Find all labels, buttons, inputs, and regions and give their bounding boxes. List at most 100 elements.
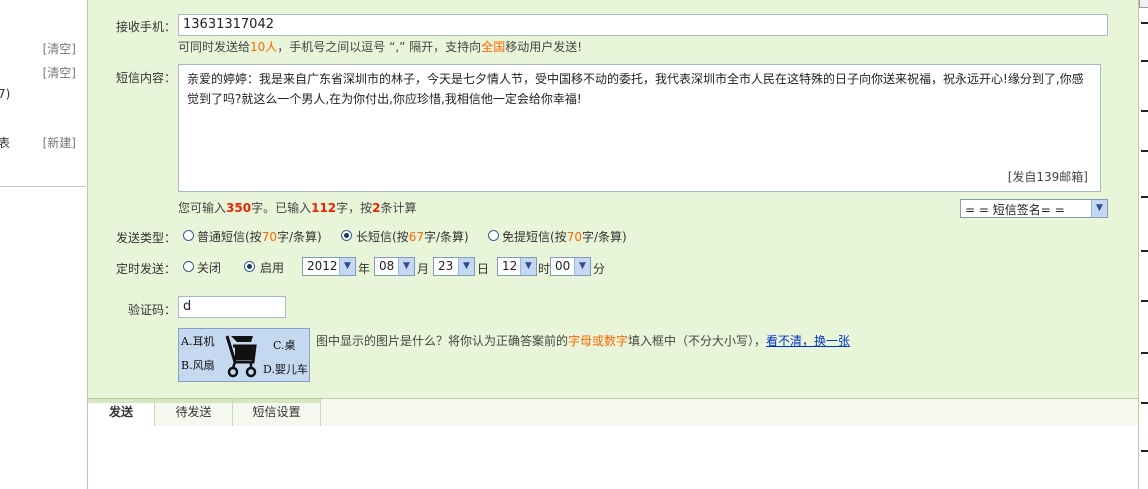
edge-mark [1141,22,1148,24]
tab-pending[interactable]: 待发送 [155,399,233,426]
hint-count: 10人 [250,40,278,54]
send-type-label: 发送类型： [115,231,176,245]
type-free-num: 70 [566,230,582,244]
type-long-pre: 长短信(按 [356,230,409,244]
left-divider [0,186,86,187]
tab-pending-strip [155,399,232,403]
radio-timer-on[interactable] [244,261,255,272]
radio-long-sms[interactable] [341,230,352,241]
edge-mark [1141,450,1148,452]
month-unit: 月 [417,262,430,276]
folder-label: 表 [0,136,11,150]
type-free-pre: 免提短信(按 [502,230,567,244]
radio-normal-sms-label: 普通短信(按70字/条算) [197,228,322,245]
count-messages: 2 [372,201,381,215]
minute-unit: 分 [593,262,606,276]
left-row-3: 7) [0,87,88,103]
tab-send-strip [88,399,154,403]
stroller-icon [225,335,257,378]
edge-mark [1141,60,1148,62]
minute-select[interactable]: 00 ▼ [550,257,591,276]
hour-unit: 时 [538,262,551,276]
type-normal-pre: 普通短信(按 [197,230,262,244]
minute-value: 00 [555,259,571,273]
signature-text: [发自139邮箱] [1007,170,1088,184]
chevron-down-icon: ▼ [520,258,536,275]
radio-long-sms-label: 长短信(按67字/条算) [356,228,469,245]
tab-pending-label: 待发送 [175,405,212,419]
sms-compose-form: 接收手机： 13631317042 可同时发送给10人，手机号之间以逗号 “,”… [88,0,1138,398]
count-entered: 112 [311,201,337,215]
edge-mark [1141,352,1148,354]
tab-send-label: 发送 [108,405,133,419]
left-panel: [清空] [清空] 7) 表 [新建] [0,0,88,489]
left-row-1: [清空] [0,40,88,56]
edge-mark [1141,250,1148,252]
captcha-hint: 图中显示的图片是什么？将你认为正确答案前的字母或数字填入框中（不分大小写），看不… [316,332,850,349]
radio-free-sms[interactable] [488,230,499,241]
folder-count: 7) [0,87,11,101]
year-select[interactable]: 2012 ▼ [302,257,356,276]
radio-timer-on-label: 启用 [260,261,285,275]
captcha-hint-2: 字母或数字 [568,334,629,348]
count-text-1: 您可输入 [178,201,227,215]
signature-select-value: = = 短信签名= = [965,203,1065,217]
captcha-hint-3: 填入框中（不分大小写）， [628,334,767,348]
recipient-input[interactable]: 13631317042 [178,14,1108,36]
right-panel-edge [1138,0,1148,489]
radio-free-sms-label: 免提短信(按70字/条算) [502,228,627,245]
radio-timer-off[interactable] [183,261,194,272]
radio-normal-sms[interactable] [183,230,194,241]
captcha-refresh-link[interactable]: 看不清，换一张 [766,334,850,348]
chevron-down-icon: ▼ [398,258,414,275]
month-value: 08 [379,259,395,273]
clear-link-1[interactable]: [清空] [43,40,76,57]
edge-mark [1141,196,1148,198]
day-unit: 日 [477,262,490,276]
hint-text-3: 移动用户发送! [505,40,583,54]
captcha-option-a: A.耳机 [181,335,215,348]
timer-label: 定时发送： [115,262,176,276]
tab-settings-label: 短信设置 [252,405,301,419]
count-max: 350 [226,201,252,215]
hour-value: 12 [502,259,518,273]
tab-settings-strip [233,399,320,403]
day-select[interactable]: 23 ▼ [433,257,475,276]
type-normal-post: 字/条算) [276,230,322,244]
type-long-num: 67 [408,230,424,244]
hint-text-1: 可同时发送给 [178,40,251,54]
type-free-post: 字/条算) [581,230,627,244]
captcha-option-b: B.风扇 [181,359,215,372]
chevron-down-icon: ▼ [458,258,474,275]
chevron-down-icon: ▼ [574,258,590,275]
new-link[interactable]: [新建] [43,134,76,151]
day-value: 23 [438,259,454,273]
hint-nationwide: 全国 [481,40,506,54]
edge-mark [1141,150,1148,152]
tab-sms-settings[interactable]: 短信设置 [233,399,321,426]
count-text-4: 条计算 [380,201,417,215]
content-text: 亲爱的婷婷：我是来自广东省深圳市的林子，今天是七夕情人节，受中国移不动的委托，我… [187,72,1084,106]
recipient-hint: 可同时发送给10人，手机号之间以逗号 “,” 隔开，支持向全国移动用户发送! [178,38,582,55]
captcha-input[interactable]: d [178,296,286,318]
scroll-button[interactable] [1139,0,1148,8]
year-unit: 年 [358,262,371,276]
hour-select[interactable]: 12 ▼ [497,257,537,276]
tab-send[interactable]: 发送 [88,399,155,426]
content-textarea[interactable]: 亲爱的婷婷：我是来自广东省深圳市的林子，今天是七夕情人节，受中国移不动的委托，我… [178,64,1101,192]
tab-bar: 发送 待发送 短信设置 [88,398,1138,426]
edge-mark [1141,300,1148,302]
month-select[interactable]: 08 ▼ [374,257,415,276]
recipient-label: 接收手机： [115,20,176,34]
chevron-down-icon: ▼ [1091,200,1107,217]
left-row-2: [清空] [0,64,88,80]
content-label: 短信内容： [115,71,176,85]
edge-mark [1141,402,1148,404]
radio-timer-off-label: 关闭 [197,261,222,275]
chevron-down-icon: ▼ [339,258,355,275]
year-value: 2012 [307,259,338,273]
char-count: 您可输入350字。已输入112字，按2条计算 [178,199,417,216]
signature-select[interactable]: = = 短信签名= = ▼ [960,199,1108,218]
captcha-label: 验证码： [127,303,176,317]
clear-link-2[interactable]: [清空] [43,64,76,81]
